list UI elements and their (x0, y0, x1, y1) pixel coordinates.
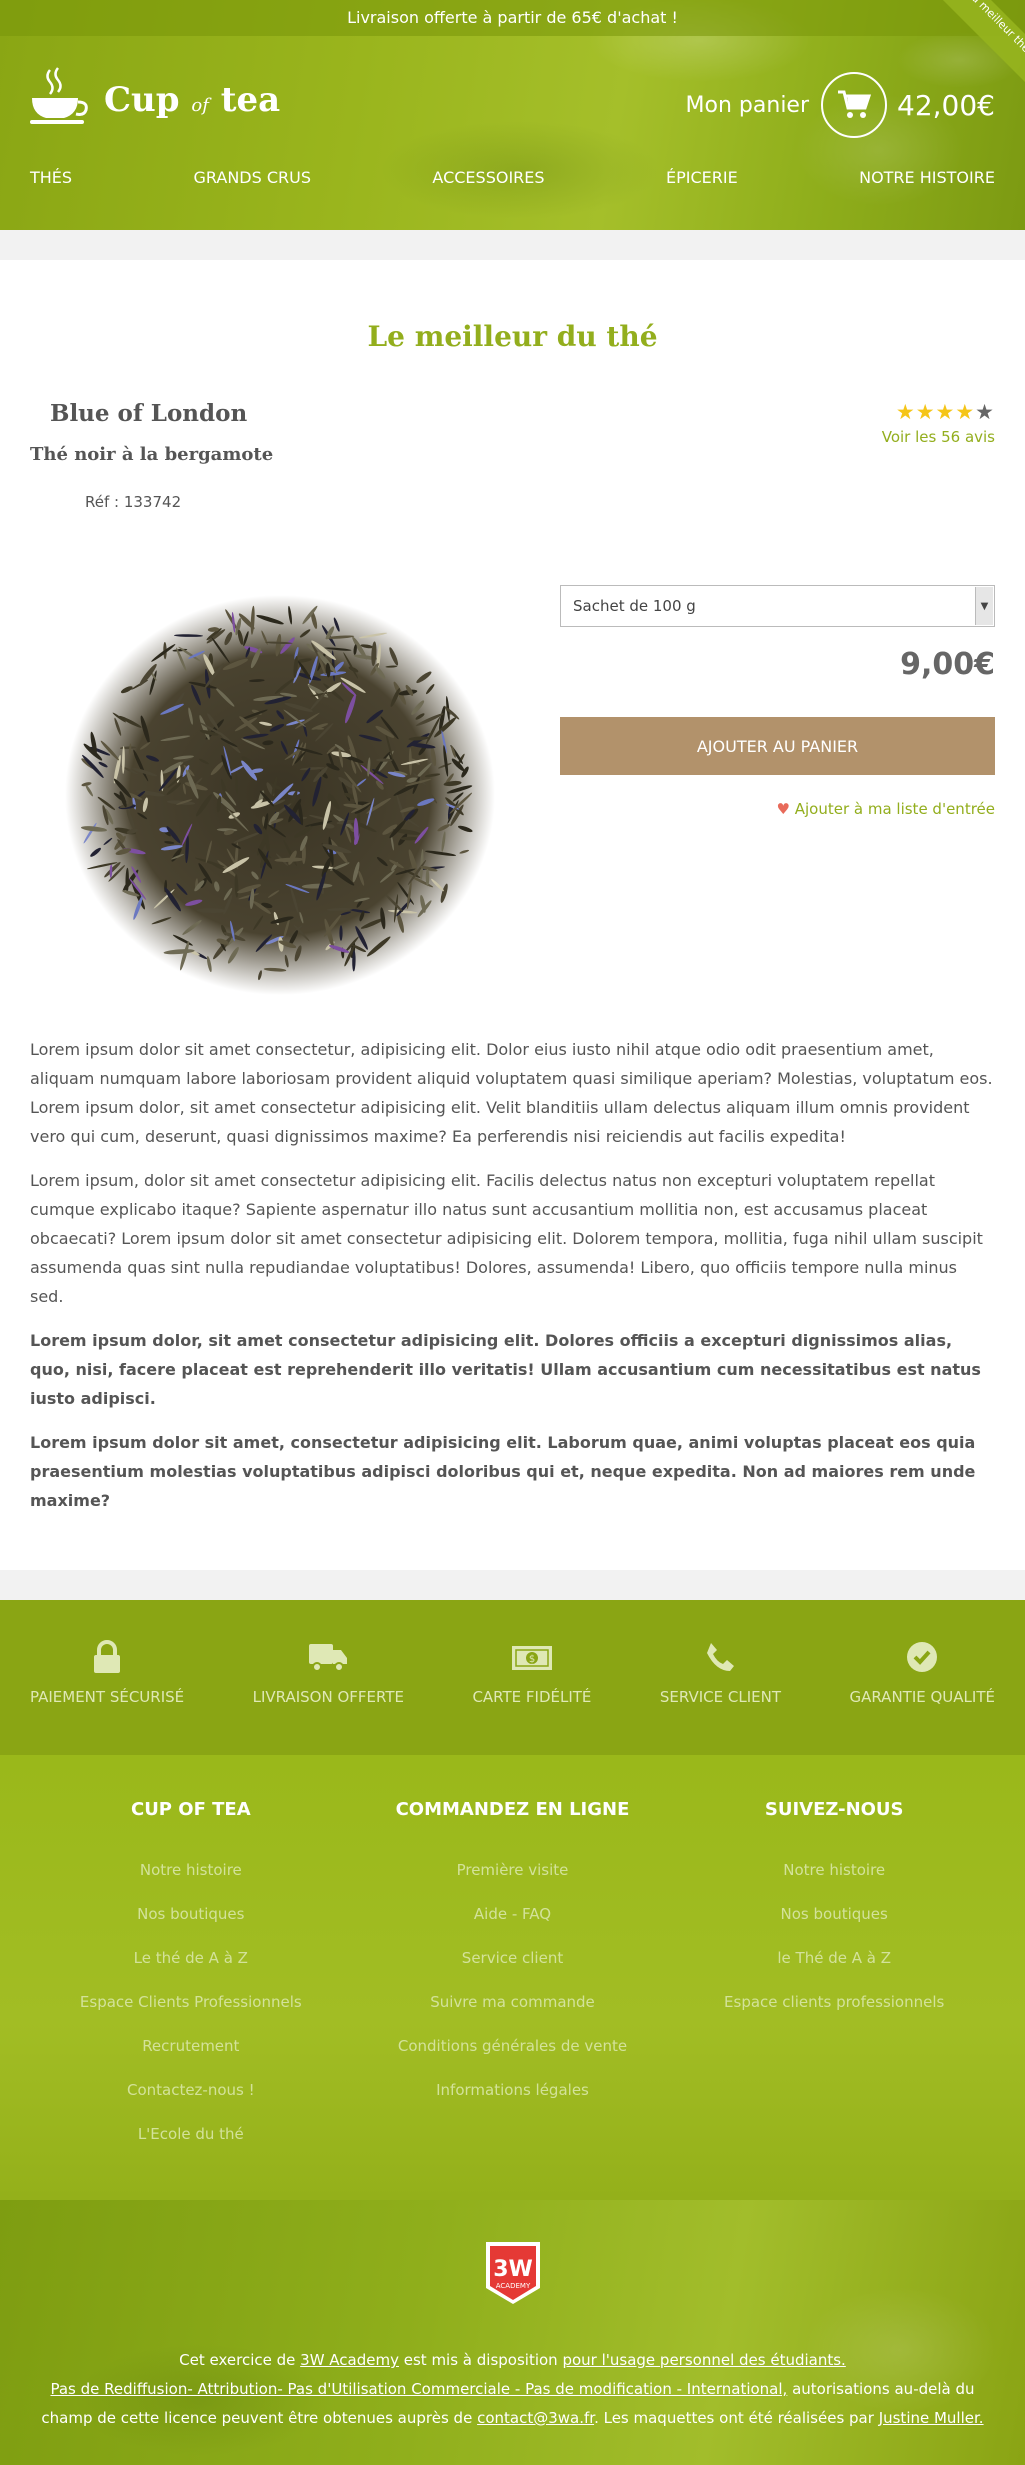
footer-column-suivez-nous: SUIVEZ-NOUS Notre histoire Nos boutiques… (673, 1799, 995, 2200)
footer-link[interactable]: Espace Clients Professionnels (30, 1980, 352, 2024)
product-body: Sachet de 100 g ▼ 9,00€ AJOUTER AU PANIE… (30, 550, 995, 1035)
license-link[interactable]: Pas de Rediffusion- Attribution- Pas d'U… (50, 2380, 787, 2398)
description-paragraph: Lorem ipsum dolor sit amet, consectetur … (30, 1433, 976, 1510)
contact-email-link[interactable]: contact@3wa.fr (477, 2409, 594, 2427)
phone-icon (707, 1643, 735, 1671)
size-select-value: Sachet de 100 g (573, 597, 696, 615)
footer-link[interactable]: Aide - FAQ (352, 1892, 674, 1936)
footer-link[interactable]: le Thé de A à Z (673, 1936, 995, 1980)
personal-use-link[interactable]: pour l'usage personnel des étudiants. (562, 2351, 845, 2369)
star-icon: ★ (955, 400, 976, 424)
site-footer: 3W ACADEMY Cet exercice de 3W Academy es… (0, 2200, 1025, 2465)
3w-academy-logo[interactable]: 3W ACADEMY (484, 2240, 542, 2316)
footer-link[interactable]: Notre histoire (30, 1848, 352, 1892)
footer-link[interactable]: Informations légales (352, 2068, 674, 2112)
description-paragraph: Lorem ipsum dolor sit amet consectetur, … (30, 1040, 993, 1146)
service-quality-guarantee: GARANTIE QUALITÉ (849, 1640, 995, 1755)
services-bar: PAIEMENT SÉCURISÉ LIVRAISON OFFERTE $ CA… (0, 1600, 1025, 1755)
svg-text:3W: 3W (493, 2257, 533, 2282)
page-title: Le meilleur du thé (367, 320, 658, 353)
nav-item-thes[interactable]: THÉS (30, 168, 72, 187)
star-icon: ★ (895, 400, 916, 424)
footer-link[interactable]: Notre histoire (673, 1848, 995, 1892)
footer-link[interactable]: Première visite (352, 1848, 674, 1892)
product-header: Blue of London Thé noir à la bergamote R… (30, 400, 995, 550)
main-nav: THÉS GRANDS CRUS ACCESSOIRES ÉPICERIE NO… (0, 168, 1025, 187)
cart-label: Mon panier (685, 92, 810, 118)
lock-icon (94, 1640, 121, 1673)
heart-icon: ♥ (776, 800, 790, 818)
author-link[interactable]: Justine Muller. (879, 2409, 984, 2427)
add-to-cart-button[interactable]: AJOUTER AU PANIER (560, 717, 995, 775)
check-circle-icon (907, 1642, 938, 1672)
license-line-2: Pas de Rediffusion- Attribution- Pas d'U… (50, 2380, 975, 2398)
logo-text: Cup of tea (104, 80, 281, 120)
footer-column-title: COMMANDEZ EN LIGNE (395, 1799, 630, 1820)
purchase-panel: Sachet de 100 g ▼ 9,00€ AJOUTER AU PANIE… (560, 585, 995, 818)
promo-bar: Livraison offerte à partir de 65€ d'acha… (0, 0, 1025, 36)
cart[interactable]: Mon panier 42,00€ (686, 72, 995, 138)
chevron-down-icon: ▼ (975, 587, 993, 625)
cart-button[interactable] (821, 72, 888, 138)
product-price: 9,00€ (900, 647, 995, 682)
description-paragraph: Lorem ipsum dolor, sit amet consectetur … (30, 1331, 981, 1408)
footer-link[interactable]: L'Ecole du thé (30, 2112, 352, 2156)
svg-text:ACADEMY: ACADEMY (495, 2282, 530, 2290)
footer-column-commandez: COMMANDEZ EN LIGNE Première visite Aide … (352, 1799, 674, 2200)
footer-link[interactable]: Suivre ma commande (352, 1980, 674, 2024)
license-line-3: champ de cette licence peuvent être obte… (41, 2409, 984, 2427)
star-icon: ★ (935, 400, 956, 424)
footer-link[interactable]: Nos boutiques (673, 1892, 995, 1936)
product-subtitle: Thé noir à la bergamote (30, 444, 274, 465)
star-empty-icon: ★ (975, 400, 995, 424)
wishlist-link[interactable]: ♥ Ajouter à ma liste d'entrée (560, 800, 995, 818)
cart-icon (838, 90, 872, 118)
product-description: Lorem ipsum dolor sit amet consectetur, … (30, 1035, 995, 1515)
footer-column-title: SUIVEZ-NOUS (764, 1799, 904, 1820)
cart-total: 42,00€ (897, 88, 995, 122)
footer-links: CUP OF TEA Notre histoire Nos boutiques … (0, 1755, 1025, 2200)
reviews-link[interactable]: Voir les 56 avis (882, 428, 995, 446)
footer-link[interactable]: Nos boutiques (30, 1892, 352, 1936)
footer-column-title: CUP OF TEA (130, 1799, 251, 1820)
nav-item-epicerie[interactable]: ÉPICERIE (666, 168, 738, 187)
product-name: Blue of London (50, 400, 248, 427)
svg-text:$: $ (529, 1654, 535, 1665)
service-free-delivery: LIVRAISON OFFERTE (253, 1640, 404, 1755)
nav-item-notre-histoire[interactable]: NOTRE HISTOIRE (859, 168, 995, 187)
tea-leaves-image (65, 595, 495, 995)
3w-academy-link[interactable]: 3W Academy (300, 2351, 399, 2369)
product-ref: Réf : 133742 (85, 493, 182, 511)
service-customer-service: SERVICE CLIENT (660, 1640, 781, 1755)
nav-item-grands-crus[interactable]: GRANDS CRUS (194, 168, 312, 187)
footer-link[interactable]: Recrutement (30, 2024, 352, 2068)
wishlist-label: Ajouter à ma liste d'entrée (794, 800, 995, 818)
service-loyalty-card: $ CARTE FIDÉLITÉ (472, 1640, 591, 1755)
service-secure-payment: PAIEMENT SÉCURISÉ (30, 1640, 184, 1755)
product-rating: ★★★★★ Voir les 56 avis (882, 400, 995, 446)
footer-link[interactable]: Espace clients professionnels (673, 1980, 995, 2024)
tea-leaf (425, 869, 430, 887)
truck-icon (309, 1644, 348, 1672)
footer-link[interactable]: Service client (352, 1936, 674, 1980)
license-line-1: Cet exercice de 3W Academy est mis à dis… (179, 2351, 846, 2369)
teacup-icon (30, 67, 88, 124)
site-header: Livraison offerte à partir de 65€ d'acha… (0, 0, 1025, 230)
nav-item-accessoires[interactable]: ACCESSOIRES (432, 168, 544, 187)
footer-link[interactable]: Le thé de A à Z (30, 1936, 352, 1980)
description-paragraph: Lorem ipsum, dolor sit amet consectetur … (30, 1171, 983, 1306)
footer-column-cup-of-tea: CUP OF TEA Notre histoire Nos boutiques … (30, 1799, 352, 2200)
footer-link[interactable]: Conditions générales de vente (352, 2024, 674, 2068)
tea-leaf (339, 925, 343, 941)
size-select[interactable]: Sachet de 100 g ▼ (560, 585, 995, 627)
footer-link[interactable]: Contactez-nous ! (30, 2068, 352, 2112)
money-icon: $ (511, 1646, 552, 1670)
logo[interactable]: Cup of tea (28, 66, 280, 126)
star-icon: ★ (915, 400, 936, 424)
brand-row: Cup of tea Mon panier 42,00€ (0, 36, 1025, 168)
rating-stars: ★★★★★ (882, 400, 995, 424)
main-content: Le meilleur du thé Blue of London Thé no… (0, 260, 1025, 1570)
